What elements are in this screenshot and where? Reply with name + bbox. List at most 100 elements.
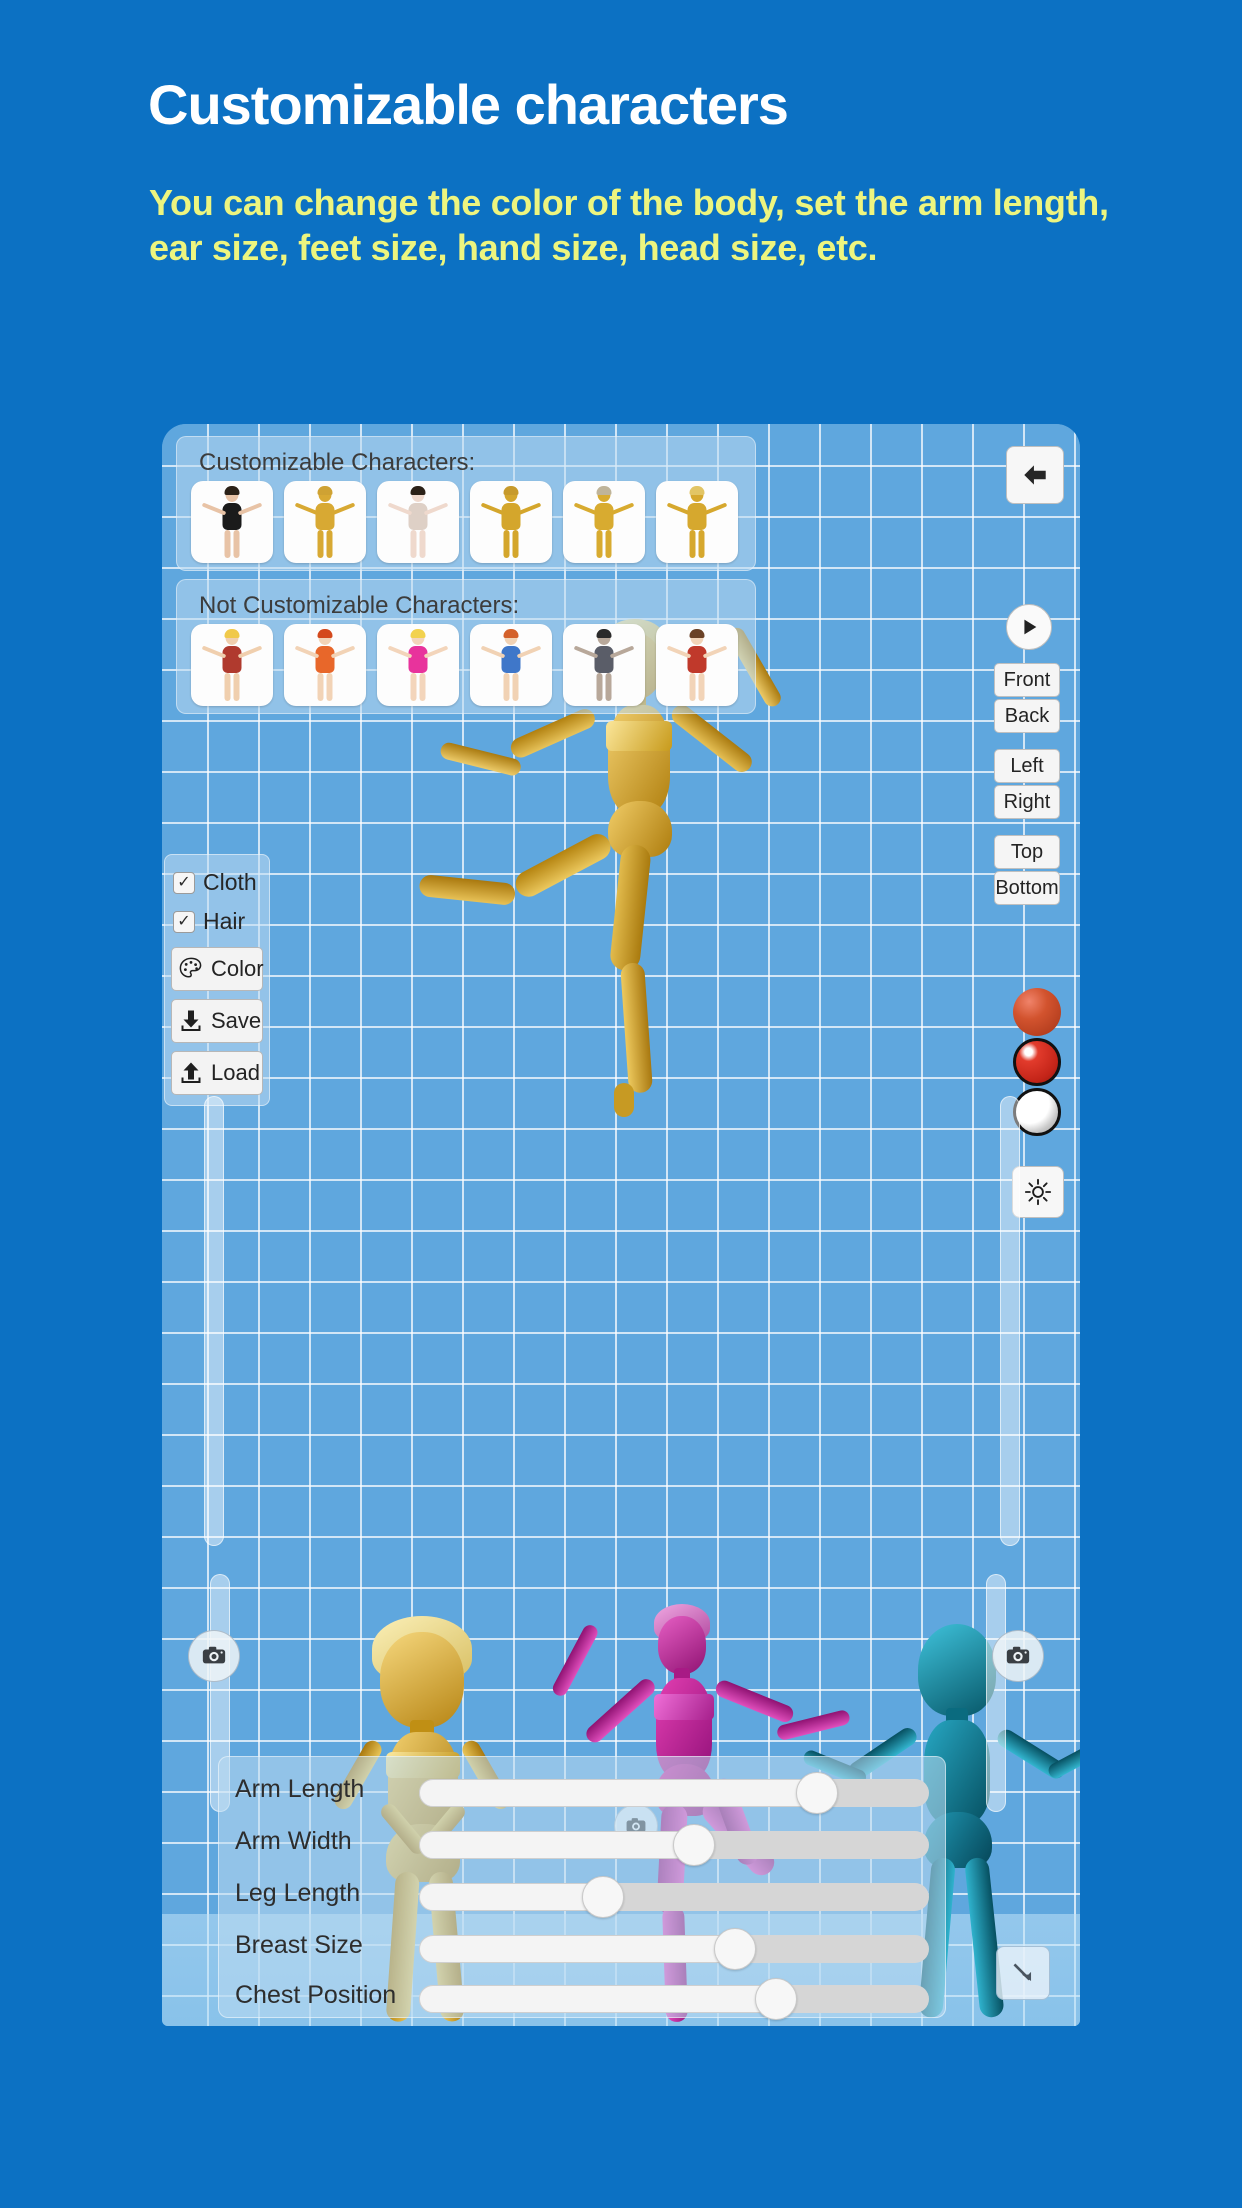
slider-label: Breast Size xyxy=(235,1931,363,1959)
figure-leg-right xyxy=(605,530,612,558)
slider-track[interactable] xyxy=(419,1876,929,1918)
color-button[interactable]: Color xyxy=(171,947,264,991)
figure-leg-right xyxy=(233,530,240,558)
camera-button-left[interactable] xyxy=(188,1630,240,1682)
figure-torso xyxy=(480,502,542,530)
view-button-right[interactable]: Right xyxy=(994,785,1060,819)
checkbox-hair-box[interactable]: ✓ xyxy=(173,910,195,933)
view-button-top[interactable]: Top xyxy=(994,835,1060,869)
figure-hair xyxy=(596,486,612,495)
view-button-front[interactable]: Front xyxy=(994,663,1060,697)
figure-leg-left xyxy=(503,530,510,558)
thumbnail-row-customizable xyxy=(191,481,749,563)
figure-arm-right xyxy=(516,502,542,516)
figure-leg-right xyxy=(326,530,333,558)
right-inner-rail[interactable] xyxy=(986,1574,1006,1812)
leg-right-upper xyxy=(608,843,652,972)
slider-knob[interactable] xyxy=(755,1978,797,2020)
character-thumb-pink-top-blonde[interactable] xyxy=(377,624,459,706)
character-thumb-male-black-outfit[interactable] xyxy=(191,481,273,563)
slider-track[interactable] xyxy=(419,1824,929,1866)
checkbox-cloth-box[interactable]: ✓ xyxy=(173,871,195,894)
character-thumb-child-gold[interactable] xyxy=(563,481,645,563)
slider-track[interactable] xyxy=(419,1928,929,1970)
figure-arm-right xyxy=(702,645,728,659)
figure-leg-left xyxy=(224,530,231,558)
character-figure xyxy=(480,630,542,701)
load-button[interactable]: Load xyxy=(171,1051,263,1095)
figure-arm-left xyxy=(294,645,320,659)
figure-leg-left xyxy=(596,530,603,558)
figure-legs xyxy=(595,673,614,701)
character-thumb-orange-jumpsuit-girl[interactable] xyxy=(284,624,366,706)
character-thumb-female-pale[interactable] xyxy=(377,481,459,563)
page-subtitle: You can change the color of the body, se… xyxy=(149,182,1109,268)
left-vertical-rail[interactable] xyxy=(204,1096,224,1546)
figure-arm-right xyxy=(702,502,728,516)
slider-knob[interactable] xyxy=(581,1876,624,1918)
slider-track[interactable] xyxy=(419,1772,929,1814)
play-button[interactable] xyxy=(1006,604,1052,650)
slider-knob[interactable] xyxy=(795,1772,838,1814)
character-thumb-male-gold[interactable] xyxy=(284,481,366,563)
view-button-bottom[interactable]: Bottom xyxy=(994,871,1060,905)
character-thumb-red-kimono-girl[interactable] xyxy=(656,624,738,706)
white-sphere[interactable] xyxy=(1013,1088,1061,1136)
head xyxy=(380,1632,464,1728)
slider-label: Arm Width xyxy=(235,1827,352,1855)
slider-row: Arm Length xyxy=(219,1765,945,1817)
matte-orange-sphere[interactable] xyxy=(1013,988,1061,1036)
figure-hair xyxy=(410,629,426,638)
view-button-label: Right xyxy=(1003,790,1051,813)
figure-leg-left xyxy=(224,673,231,701)
save-button[interactable]: Save xyxy=(171,999,263,1043)
figure-arm-right xyxy=(516,645,542,659)
figure-arm-right xyxy=(609,502,635,516)
figure-legs xyxy=(595,530,614,558)
slider-track[interactable] xyxy=(419,1978,929,2020)
figure-hair xyxy=(596,629,612,638)
palette-icon xyxy=(178,956,204,982)
load-button-label: Load xyxy=(211,1060,260,1085)
view-button-left[interactable]: Left xyxy=(994,749,1060,783)
slider-knob[interactable] xyxy=(673,1824,716,1866)
figure-arm-left xyxy=(666,645,692,659)
character-thumb-blond-boy-scarf[interactable] xyxy=(191,624,273,706)
figure-leg-right xyxy=(233,673,240,701)
figure-arm-left xyxy=(294,502,320,516)
figure-torso xyxy=(387,502,449,530)
camera-button-right[interactable] xyxy=(992,1630,1044,1682)
panel-label: Customizable Characters: xyxy=(199,449,476,476)
save-button-label: Save xyxy=(211,1008,262,1033)
upload-icon xyxy=(178,1060,204,1086)
thumbnail-row-not-customizable xyxy=(191,624,749,706)
figure-leg-right xyxy=(419,530,426,558)
right-vertical-rail[interactable] xyxy=(1000,1096,1020,1546)
app-window: Customizable Characters: Not Customizabl… xyxy=(162,424,1080,2026)
character-thumb-female-gold[interactable] xyxy=(470,481,552,563)
figure-arm-left xyxy=(573,502,599,516)
slider-fill xyxy=(419,1985,776,2013)
figure-torso xyxy=(666,502,728,530)
checkbox-hair[interactable]: ✓ Hair xyxy=(173,908,263,935)
view-button-back[interactable]: Back xyxy=(994,699,1060,733)
character-thumb-blue-shirt-boy[interactable] xyxy=(470,624,552,706)
character-figure xyxy=(573,487,635,558)
figure-legs xyxy=(316,673,335,701)
slider-knob[interactable] xyxy=(714,1928,757,1970)
figure-hair xyxy=(224,486,240,495)
resize-handle[interactable] xyxy=(996,1946,1050,2000)
color-button-label: Color xyxy=(211,956,264,981)
character-thumb-armored-soldier[interactable] xyxy=(563,624,645,706)
head xyxy=(658,1616,706,1674)
slider-row: Breast Size xyxy=(219,1921,945,1973)
glossy-red-sphere[interactable] xyxy=(1013,1038,1061,1086)
figure-arm-left xyxy=(387,502,413,516)
character-thumb-female-gold-short[interactable] xyxy=(656,481,738,563)
character-figure xyxy=(387,630,449,701)
left-toolbox: ✓ Cloth ✓ Hair Color Save Load xyxy=(164,854,270,1106)
figure-arm-left xyxy=(201,502,227,516)
figure-torso xyxy=(294,645,356,673)
checkbox-cloth[interactable]: ✓ Cloth xyxy=(173,869,263,896)
checkbox-cloth-label: Cloth xyxy=(203,869,257,895)
